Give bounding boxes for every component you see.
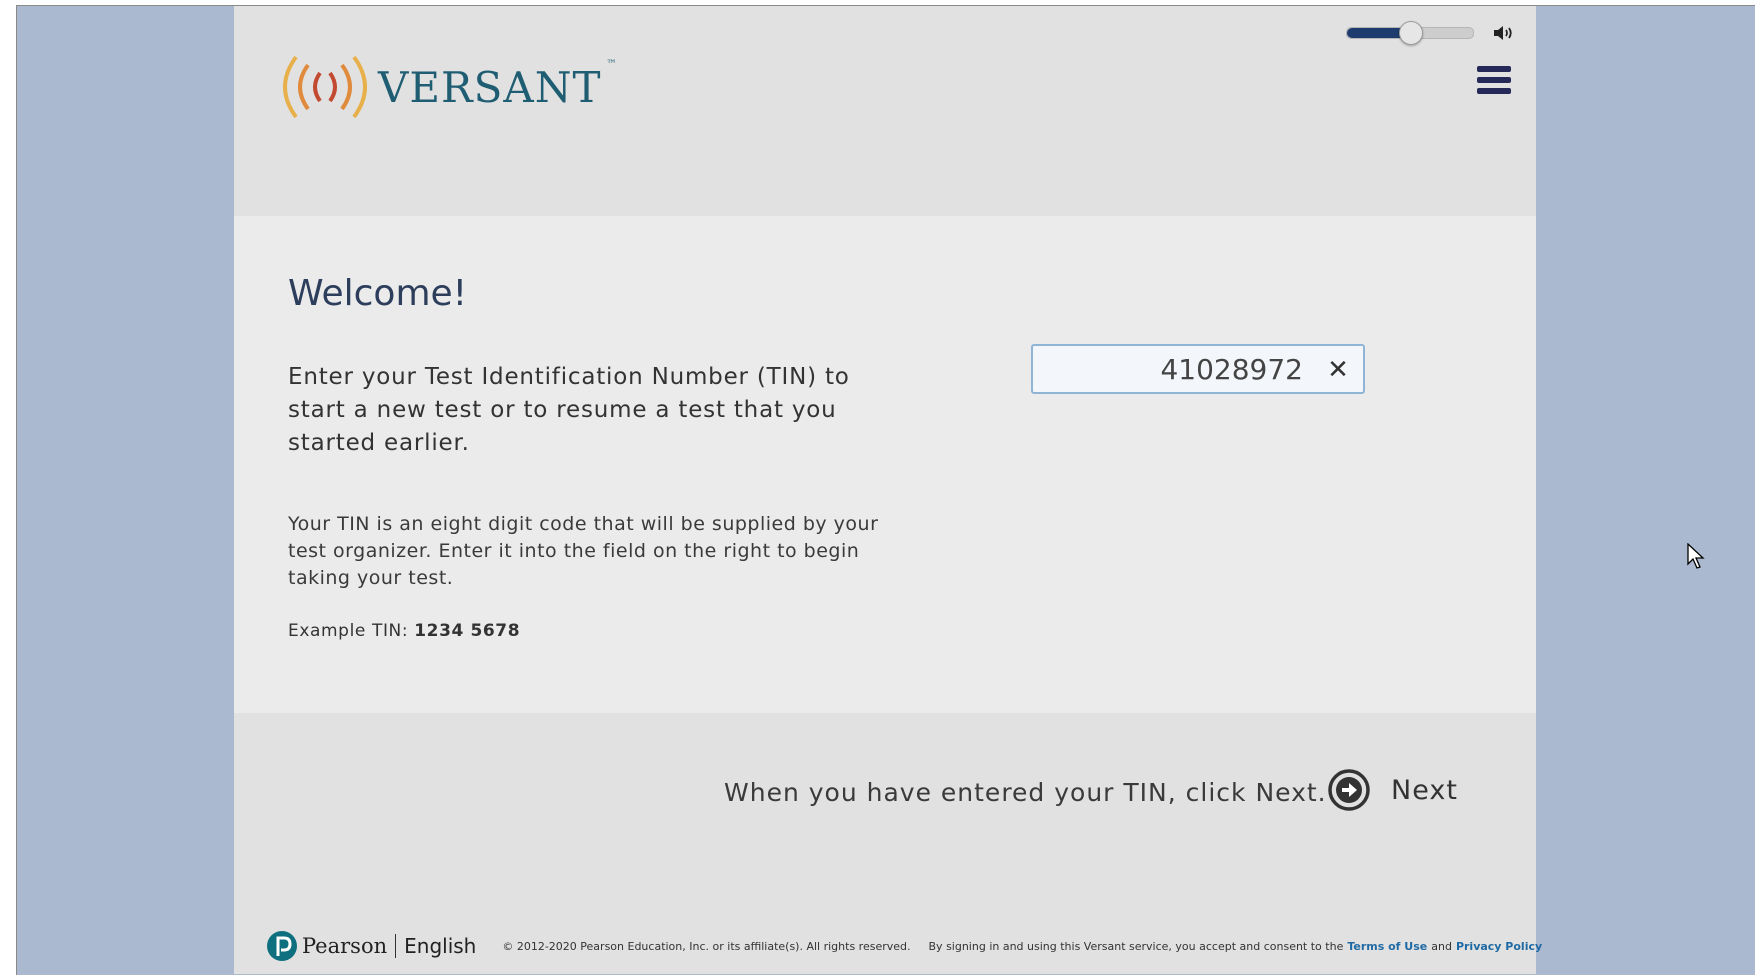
volume-slider-thumb[interactable] <box>1399 21 1423 45</box>
versant-logo: VERSANT ™ <box>274 51 616 123</box>
tin-input[interactable] <box>1043 348 1303 390</box>
brand-divider <box>395 934 397 958</box>
volume-control <box>1346 21 1514 45</box>
speaker-icon[interactable] <box>1492 23 1514 43</box>
logo-text: VERSANT <box>378 62 602 112</box>
app-container: VERSANT ™ Welcome! Enter your Test Identi… <box>234 6 1542 974</box>
terms-of-use-link[interactable]: Terms of Use <box>1347 940 1427 953</box>
pearson-logo-icon <box>267 931 297 961</box>
menu-bar <box>1477 66 1511 72</box>
logo-wordmark: VERSANT ™ <box>378 59 616 112</box>
example-tin-value: 1234 5678 <box>414 621 521 641</box>
english-wordmark: English <box>404 934 477 958</box>
logo-trademark: ™ <box>606 58 618 70</box>
mouse-cursor-icon <box>1687 543 1705 569</box>
footer-area: When you have entered your TIN, click Ne… <box>234 713 1542 974</box>
tin-field: ✕ <box>1031 344 1365 394</box>
next-instruction: When you have entered your TIN, click Ne… <box>724 778 1327 807</box>
page-title: Welcome! <box>288 273 468 314</box>
consent-text: By signing in and using this Versant ser… <box>928 939 1344 953</box>
privacy-policy-link[interactable]: Privacy Policy <box>1456 940 1542 953</box>
versant-waves-icon <box>283 55 367 119</box>
pearson-wordmark: Pearson <box>302 934 388 958</box>
copyright-text: © 2012-2020 Pearson Education, Inc. or i… <box>502 939 911 953</box>
legal-footer: Pearson English © 2012-2020 Pearson Educ… <box>266 928 1542 964</box>
intro-text: Enter your Test Identification Number (T… <box>288 364 850 456</box>
next-button[interactable]: Next <box>1327 768 1458 812</box>
header: VERSANT ™ <box>234 6 1536 216</box>
example-tin: Example TIN: 1234 5678 <box>288 621 520 641</box>
next-button-label: Next <box>1391 774 1458 806</box>
welcome-panel: Welcome! Enter your Test Identification … <box>234 216 1536 713</box>
hamburger-menu-icon[interactable] <box>1477 66 1513 104</box>
arrow-right-circle-icon <box>1328 769 1370 811</box>
example-tin-label: Example TIN: <box>288 621 409 641</box>
menu-bar <box>1477 88 1511 94</box>
volume-slider[interactable] <box>1346 21 1474 45</box>
tin-help-text: Your TIN is an eight digit code that wil… <box>288 513 879 589</box>
and-text: and <box>1431 939 1452 953</box>
menu-bar <box>1477 77 1511 83</box>
clear-icon[interactable]: ✕ <box>1321 352 1355 386</box>
